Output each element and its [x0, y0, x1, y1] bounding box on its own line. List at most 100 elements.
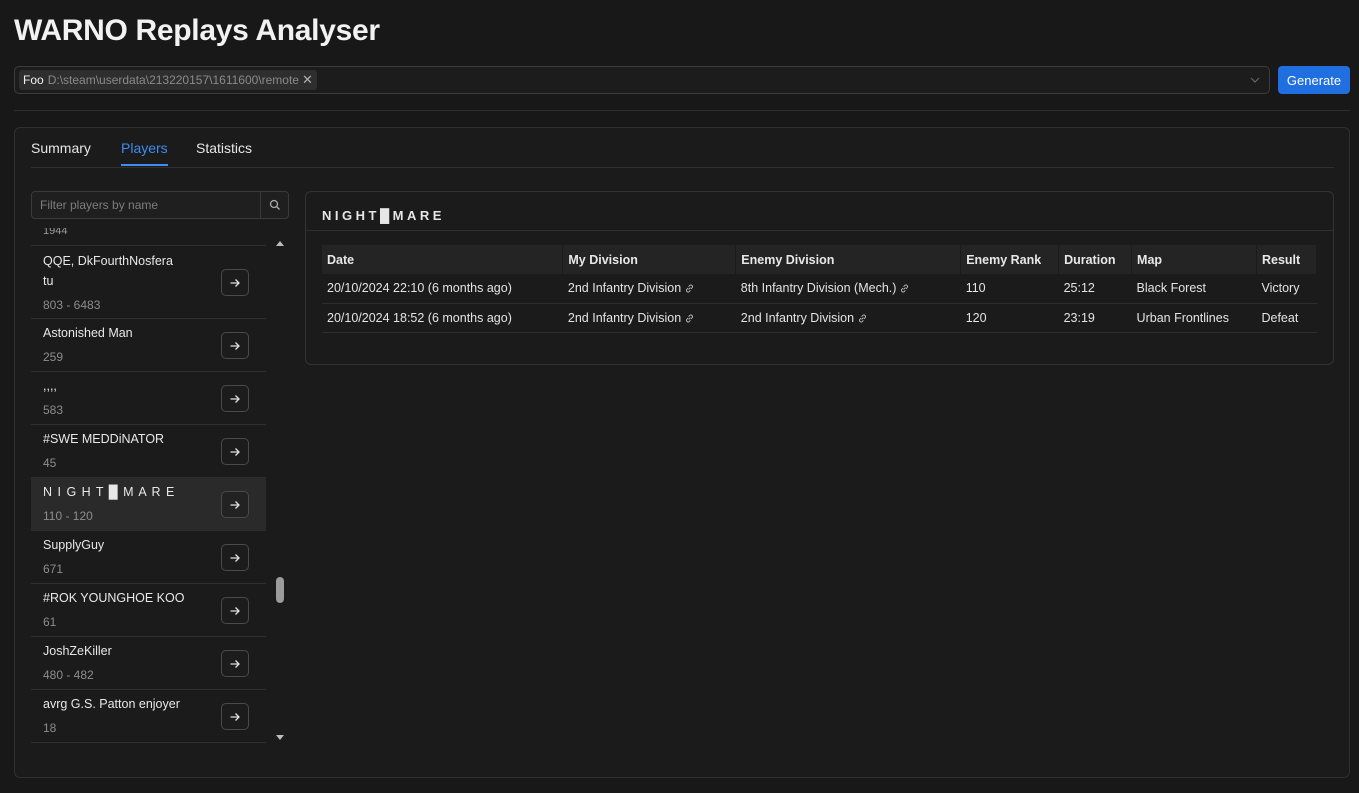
open-player-button[interactable] [221, 438, 249, 465]
player-name: #ROK YOUNGHOE KOO [43, 591, 185, 605]
arrow-right-icon [230, 278, 240, 287]
column-header-enemy-rank[interactable]: Enemy Rank [960, 245, 1060, 274]
enemy-division-label: 8th Infantry Division (Mech.) [740, 281, 897, 296]
player-item: JoshZeKiller 480 - 482 [31, 637, 266, 690]
cell-duration: 25:12 [1058, 274, 1132, 304]
player-item: ,,,, 583 [31, 372, 266, 425]
open-player-button[interactable] [221, 332, 249, 359]
table-header-row: Date My Division Enemy Division Enemy Ra… [322, 245, 1318, 274]
scroll-up-icon[interactable] [275, 239, 285, 247]
player-rank: 110 - 120 [43, 509, 93, 523]
cell-enemy-division[interactable]: 2nd Infantry Division [735, 303, 961, 333]
open-player-button[interactable] [221, 385, 249, 412]
player-item: #ROK YOUNGHOE KOO 61 [31, 584, 266, 637]
column-header-my-division[interactable]: My Division [562, 245, 737, 274]
player-name: N I G H T █ M A R E [43, 485, 176, 499]
tab-summary[interactable]: Summary [31, 140, 91, 164]
games-table: Date My Division Enemy Division Enemy Ra… [322, 245, 1318, 333]
player-filter-input[interactable] [32, 192, 261, 218]
scroll-down-icon[interactable] [275, 734, 285, 742]
cell-result: Victory [1256, 274, 1317, 304]
player-rank: 18 [43, 721, 57, 735]
open-player-button[interactable] [221, 703, 249, 730]
arrow-right-icon [230, 659, 240, 668]
arrow-right-icon [230, 500, 240, 509]
arrow-right-icon [230, 447, 240, 456]
player-name: #SWE MEDDiNATOR [43, 432, 165, 446]
open-player-button[interactable] [221, 544, 249, 571]
cell-my-division[interactable]: 2nd Infantry Division [562, 274, 736, 304]
column-header-duration[interactable]: Duration [1058, 245, 1133, 274]
generate-button[interactable]: Generate [1278, 66, 1350, 94]
cell-duration: 23:19 [1058, 303, 1132, 333]
player-name: ,,,, [43, 379, 57, 393]
link-icon[interactable] [857, 313, 868, 324]
player-item: #SWE MEDDiNATOR 45 [31, 425, 266, 478]
player-name: Astonished Man [43, 326, 133, 340]
column-header-enemy-division[interactable]: Enemy Division [735, 245, 962, 274]
link-icon[interactable] [684, 283, 695, 294]
player-rank: 61 [43, 615, 57, 629]
player-rank: 671 [43, 562, 64, 576]
cell-map: Urban Frontlines [1131, 303, 1257, 333]
player-item: Astonished Man 259 [31, 319, 266, 372]
search-icon [269, 199, 280, 210]
my-division-label: 2nd Infantry Division [567, 310, 682, 325]
enemy-division-label: 2nd Infantry Division [740, 310, 855, 325]
tab-players[interactable]: Players [121, 140, 168, 166]
arrow-right-icon [230, 712, 240, 721]
tab-statistics[interactable]: Statistics [196, 140, 252, 164]
player-rank: 583 [43, 403, 64, 417]
player-name: avrg G.S. Patton enjoyer [43, 697, 180, 711]
player-item: avrg G.S. Patton enjoyer 18 [31, 690, 266, 743]
cell-date: 20/10/2024 18:52 (6 months ago) [322, 303, 563, 333]
path-tag: Foo D:\steam\userdata\213220157\1611600\… [19, 70, 317, 90]
app-title: WARNO Replays Analyser [14, 14, 380, 47]
player-name: SupplyGuy [43, 538, 105, 552]
main-panel: Summary Players Statistics 1944 QQE, DkF… [14, 127, 1350, 778]
player-rank: 259 [43, 350, 64, 364]
link-icon[interactable] [899, 283, 910, 294]
player-detail-title: NIGHT█MARE [322, 208, 445, 223]
open-player-button[interactable] [221, 650, 249, 677]
arrow-right-icon [230, 606, 240, 615]
player-item: 1944 [31, 228, 266, 246]
player-list: 1944 QQE, DkFourthNosfera tu 803 - 6483 … [31, 228, 266, 745]
open-player-button[interactable] [221, 597, 249, 624]
search-button[interactable] [260, 192, 288, 218]
player-list-scrollbar[interactable] [273, 236, 287, 746]
open-player-button[interactable] [221, 491, 249, 518]
replay-path-select[interactable]: Foo D:\steam\userdata\213220157\1611600\… [14, 66, 1270, 94]
open-player-button[interactable] [221, 269, 249, 296]
player-item: SupplyGuy 671 [31, 531, 266, 584]
player-item: QQE, DkFourthNosfera tu 803 - 6483 [31, 246, 266, 319]
column-header-result[interactable]: Result [1256, 245, 1318, 274]
player-name: QQE, DkFourthNosfera [43, 254, 173, 268]
player-rank: 45 [43, 456, 57, 470]
player-rank: 480 - 482 [43, 668, 94, 682]
column-header-map[interactable]: Map [1131, 245, 1257, 274]
chevron-down-icon[interactable] [1249, 74, 1261, 86]
tab-bar: Summary Players Statistics [31, 128, 1334, 168]
player-filter [31, 191, 289, 219]
cell-map: Black Forest [1131, 274, 1257, 304]
my-division-label: 2nd Infantry Division [567, 281, 682, 296]
player-name: JoshZeKiller [43, 644, 112, 658]
cell-date: 20/10/2024 22:10 (6 months ago) [322, 274, 563, 304]
column-header-date[interactable]: Date [322, 245, 564, 274]
path-tag-name: Foo [23, 73, 44, 87]
arrow-right-icon [230, 341, 240, 350]
cell-enemy-rank: 120 [960, 303, 1059, 333]
scrollbar-thumb[interactable] [276, 577, 284, 603]
arrow-right-icon [230, 394, 240, 403]
player-name-continued: tu [43, 274, 54, 288]
cell-enemy-division[interactable]: 8th Infantry Division (Mech.) [735, 274, 961, 304]
path-tag-path: D:\steam\userdata\213220157\1611600\remo… [47, 73, 299, 87]
detail-divider [306, 230, 1333, 231]
link-icon[interactable] [684, 313, 695, 324]
cell-my-division[interactable]: 2nd Infantry Division [562, 303, 736, 333]
table-row: 20/10/2024 18:52 (6 months ago) 2nd Infa… [322, 303, 1317, 333]
player-rank: 803 - 6483 [43, 298, 101, 312]
close-icon[interactable]: ✕ [302, 72, 313, 88]
player-detail-panel: NIGHT█MARE Date My Division Enemy Divisi… [305, 191, 1334, 365]
